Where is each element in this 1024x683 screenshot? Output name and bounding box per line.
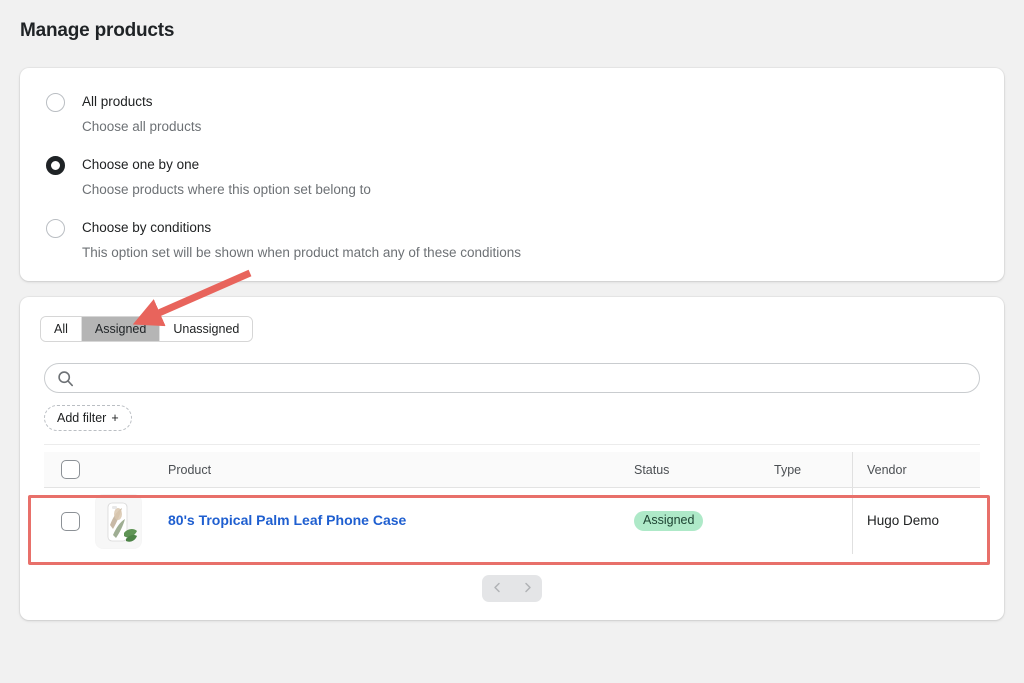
product-thumbnail: [96, 494, 141, 548]
header-product: Product: [168, 462, 212, 477]
radio-choose-by-conditions[interactable]: [46, 219, 65, 238]
option-all-products[interactable]: All products Choose all products: [46, 92, 1004, 136]
search-box[interactable]: [44, 363, 980, 393]
product-name-cell: 80's Tropical Palm Leaf Phone Case: [146, 512, 634, 530]
row-checkbox[interactable]: [60, 511, 80, 531]
search-input[interactable]: [45, 364, 979, 392]
table-row[interactable]: 80's Tropical Palm Leaf Phone Case Assig…: [44, 488, 980, 554]
tab-unassigned[interactable]: Unassigned: [160, 317, 253, 341]
vendor-value: Hugo Demo: [867, 513, 940, 528]
row-select-cell: [44, 511, 96, 531]
manage-products-options-card: All products Choose all products Choose …: [20, 68, 1004, 281]
product-vendor-cell: Hugo Demo: [852, 512, 980, 530]
radio-all-products[interactable]: [46, 93, 65, 112]
status-badge: Assigned: [634, 511, 704, 531]
select-all-checkbox[interactable]: [60, 460, 80, 479]
header-status: Status: [634, 462, 670, 477]
option-all-products-label: All products: [82, 94, 153, 109]
filter-row: Add filter +: [44, 405, 980, 445]
tab-all[interactable]: All: [41, 317, 82, 341]
option-choose-one-by-one-label: Choose one by one: [82, 157, 200, 172]
option-choose-by-conditions-description: This option set will be shown when produ…: [82, 245, 521, 260]
option-choose-one-by-one-description: Choose products where this option set be…: [82, 182, 371, 197]
chevron-right-icon: [522, 581, 533, 596]
add-filter-button[interactable]: Add filter +: [44, 405, 132, 431]
pagination: [20, 575, 1004, 602]
header-type: Type: [774, 462, 802, 477]
option-choose-by-conditions[interactable]: Choose by conditions This option set wil…: [46, 218, 1004, 262]
plus-icon: +: [111, 411, 119, 425]
tab-assigned[interactable]: Assigned: [81, 317, 161, 341]
search-row: [44, 363, 980, 393]
add-filter-label: Add filter: [57, 411, 107, 425]
header-vendor: Vendor: [867, 462, 907, 477]
next-page-button[interactable]: [512, 575, 542, 602]
products-table: Product Status Type Vendor 80's Tropical…: [44, 452, 980, 554]
select-all-cell: [44, 460, 96, 479]
option-choose-by-conditions-label: Choose by conditions: [82, 220, 212, 235]
assignment-filter-tabs: All Assigned Unassigned: [40, 316, 254, 342]
product-link[interactable]: 80's Tropical Palm Leaf Phone Case: [168, 512, 406, 528]
products-list-card: All Assigned Unassigned Add filter + Pro…: [20, 297, 1004, 620]
chevron-left-icon: [492, 581, 503, 596]
page-title: Manage products: [20, 20, 175, 41]
vendor-column-divider: [852, 452, 853, 487]
table-header-row: Product Status Type Vendor: [44, 452, 980, 488]
radio-choose-one-by-one[interactable]: [46, 156, 65, 175]
option-choose-one-by-one[interactable]: Choose one by one Choose products where …: [46, 155, 1004, 199]
product-thumbnail-cell: [96, 494, 146, 548]
previous-page-button[interactable]: [482, 575, 512, 602]
pager-group: [482, 575, 542, 602]
option-all-products-description: Choose all products: [82, 119, 202, 134]
vendor-cell-divider: [852, 488, 853, 554]
product-status-cell: Assigned: [634, 511, 774, 531]
product-scope-radio-group: All products Choose all products Choose …: [20, 68, 1004, 262]
